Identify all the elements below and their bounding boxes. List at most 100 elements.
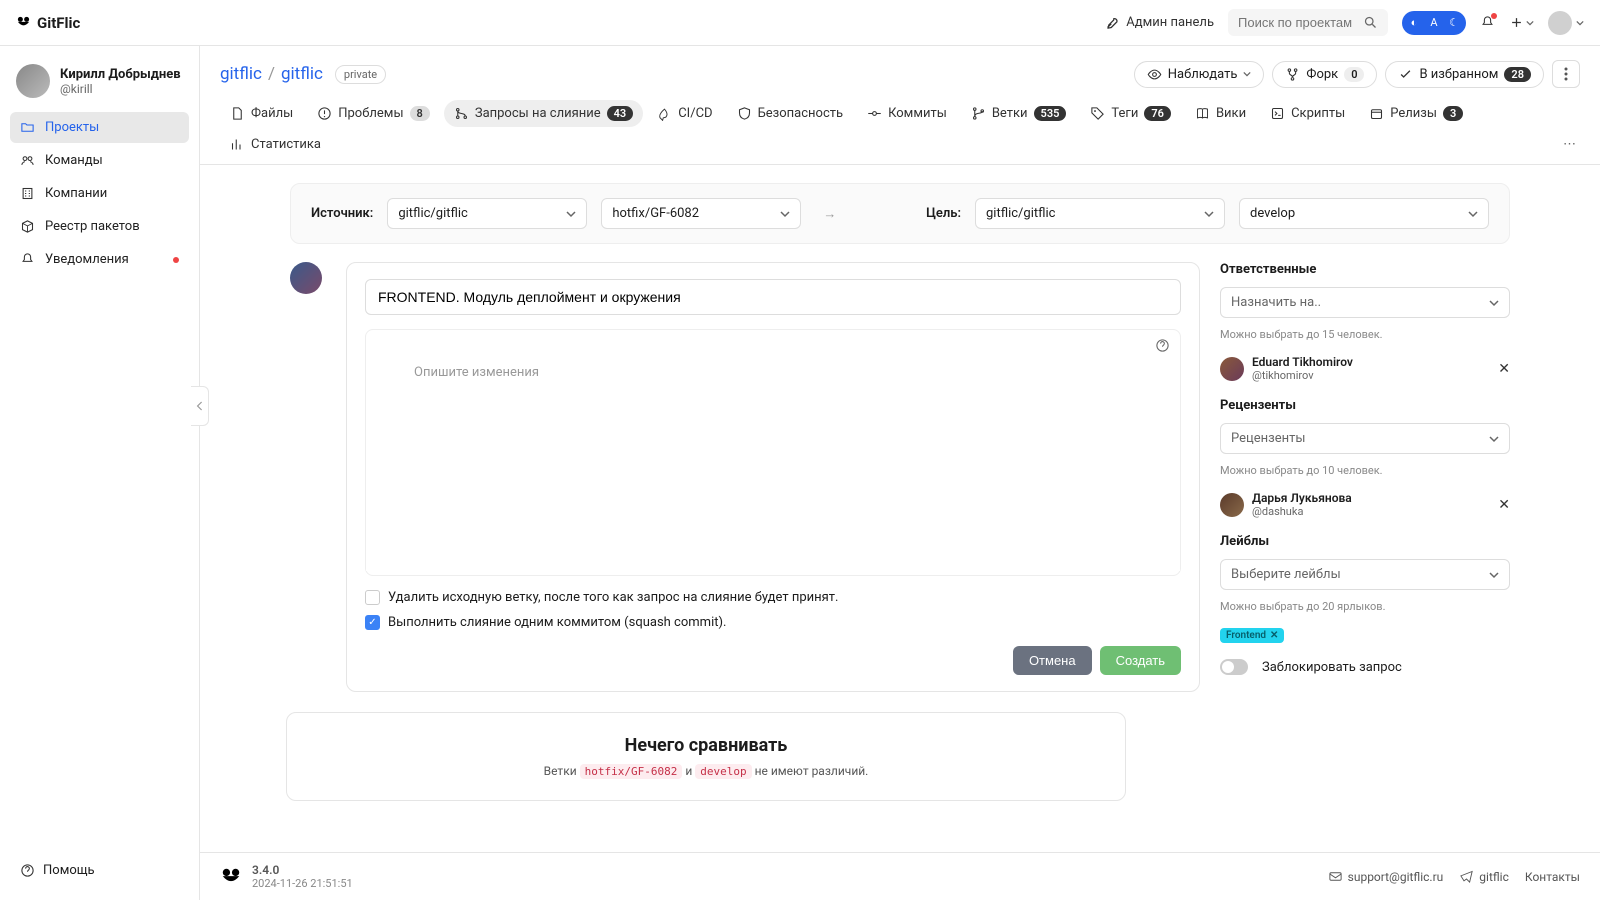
mr-title-input[interactable] bbox=[365, 279, 1181, 315]
star-button[interactable]: В избранном 28 bbox=[1385, 61, 1544, 88]
sidebar-item-packages[interactable]: Реестр пакетов bbox=[10, 211, 189, 242]
delete-branch-checkbox[interactable]: Удалить исходную ветку, после того как з… bbox=[365, 590, 1181, 605]
support-link[interactable]: support@gitflic.ru bbox=[1328, 869, 1444, 884]
reviewers-title: Рецензенты bbox=[1220, 398, 1510, 413]
admin-panel-link[interactable]: Админ панель bbox=[1105, 15, 1214, 30]
help-link[interactable]: Помощь bbox=[10, 855, 189, 886]
breadcrumb-repo[interactable]: gitflic bbox=[281, 64, 323, 84]
script-icon bbox=[1270, 106, 1285, 121]
sidebar-item-notifications[interactable]: Уведомления bbox=[10, 244, 189, 275]
admin-label: Админ панель bbox=[1126, 15, 1214, 30]
tab-releases[interactable]: Релизы3 bbox=[1359, 100, 1473, 127]
sidebar-item-companies[interactable]: Компании bbox=[10, 178, 189, 209]
chevron-down-icon bbox=[1468, 209, 1478, 219]
theme-dark-icon[interactable]: ☾ bbox=[1445, 14, 1463, 32]
fork-icon bbox=[1285, 67, 1300, 82]
sidebar-collapse[interactable] bbox=[191, 386, 209, 426]
tab-branches[interactable]: Ветки535 bbox=[961, 100, 1077, 127]
side-panel: Ответственные Назначить на.. Можно выбра… bbox=[1220, 262, 1510, 692]
create-menu[interactable] bbox=[1509, 15, 1534, 30]
sidebar-item-label: Проекты bbox=[45, 120, 99, 135]
tabs-more[interactable]: ⋯ bbox=[1559, 133, 1580, 156]
label-chip[interactable]: Frontend✕ bbox=[1220, 628, 1284, 643]
users-icon bbox=[20, 153, 35, 168]
block-toggle-row: Заблокировать запрос bbox=[1220, 659, 1510, 675]
chart-icon bbox=[230, 137, 245, 152]
tab-stats[interactable]: Статистика bbox=[220, 131, 331, 158]
tab-wiki[interactable]: Вики bbox=[1185, 100, 1256, 127]
mr-description-input[interactable] bbox=[366, 361, 1180, 571]
chevron-down-icon bbox=[566, 209, 576, 219]
tab-cicd[interactable]: CI/CD bbox=[647, 100, 722, 127]
help-icon[interactable] bbox=[1155, 338, 1170, 353]
avatar bbox=[1220, 493, 1244, 517]
book-icon bbox=[1195, 106, 1210, 121]
sidebar-item-label: Уведомления bbox=[45, 252, 129, 267]
fork-button[interactable]: Форк 0 bbox=[1272, 61, 1377, 88]
close-icon[interactable]: ✕ bbox=[1270, 630, 1278, 641]
user-handle: @kirill bbox=[60, 82, 181, 96]
source-repo-select[interactable]: gitflic/gitflic bbox=[387, 198, 587, 229]
telegram-link[interactable]: gitflic bbox=[1459, 869, 1509, 884]
author-avatar bbox=[290, 262, 322, 294]
breadcrumb-owner[interactable]: gitflic bbox=[220, 64, 262, 84]
theme-switcher[interactable]: ◐ A ☾ bbox=[1402, 11, 1466, 35]
tab-issues[interactable]: Проблемы8 bbox=[307, 100, 440, 127]
top-actions: Админ панель ◐ A ☾ bbox=[1105, 9, 1584, 36]
block-toggle[interactable] bbox=[1220, 659, 1248, 675]
logo-icon bbox=[16, 15, 31, 30]
labels-select[interactable]: Выберите лейблы bbox=[1220, 559, 1510, 590]
remove-reviewer[interactable]: ✕ bbox=[1498, 497, 1510, 513]
target-branch-select[interactable]: develop bbox=[1239, 198, 1489, 229]
tab-scripts[interactable]: Скрипты bbox=[1260, 100, 1355, 127]
tools-icon bbox=[1105, 15, 1120, 30]
sidebar-item-teams[interactable]: Команды bbox=[10, 145, 189, 176]
search-box[interactable] bbox=[1228, 9, 1388, 36]
tab-commits[interactable]: Коммиты bbox=[857, 100, 957, 127]
tab-files[interactable]: Файлы bbox=[220, 100, 303, 127]
tab-security[interactable]: Безопасность bbox=[727, 100, 854, 127]
footer: 3.4.0 2024-11-26 21:51:51 support@gitfli… bbox=[200, 852, 1600, 900]
theme-auto-icon[interactable]: ◐ bbox=[1405, 14, 1423, 32]
search-input[interactable] bbox=[1238, 15, 1358, 30]
empty-compare-card: Нечего сравнивать Ветки hotfix/GF-6082 и… bbox=[286, 712, 1126, 801]
tab-tags[interactable]: Теги76 bbox=[1080, 100, 1181, 127]
check-icon bbox=[1398, 67, 1413, 82]
cancel-button[interactable]: Отмена bbox=[1013, 646, 1092, 675]
target-label: Цель: bbox=[926, 206, 961, 221]
breadcrumb-sep: / bbox=[268, 64, 275, 84]
avatar bbox=[16, 64, 50, 98]
remove-assignee[interactable]: ✕ bbox=[1498, 361, 1510, 377]
assignees-hint: Можно выбрать до 15 человек. bbox=[1220, 328, 1510, 341]
telegram-icon bbox=[1459, 869, 1474, 884]
reviewers-select[interactable]: Рецензенты bbox=[1220, 423, 1510, 454]
chevron-down-icon bbox=[1489, 434, 1499, 444]
brand[interactable]: GitFlic bbox=[16, 14, 80, 32]
assignees-select[interactable]: Назначить на.. bbox=[1220, 287, 1510, 318]
target-repo-select[interactable]: gitflic/gitflic bbox=[975, 198, 1225, 229]
theme-light-icon[interactable]: A bbox=[1425, 14, 1443, 32]
mail-icon bbox=[1328, 869, 1343, 884]
create-button[interactable]: Создать bbox=[1100, 646, 1181, 675]
notifications-button[interactable] bbox=[1480, 15, 1495, 30]
repo-actions: Наблюдать Форк 0 В избранном 28 bbox=[1134, 60, 1580, 88]
user-block[interactable]: Кирилл Добрыднев @kirill bbox=[10, 60, 189, 112]
watch-button[interactable]: Наблюдать bbox=[1134, 61, 1265, 88]
avatar bbox=[1220, 357, 1244, 381]
commit-icon bbox=[867, 106, 882, 121]
user-menu[interactable] bbox=[1548, 11, 1584, 35]
fork-count: 0 bbox=[1344, 67, 1364, 82]
tab-merge-requests[interactable]: Запросы на слияние43 bbox=[444, 100, 643, 127]
more-menu[interactable] bbox=[1552, 60, 1580, 88]
package-icon bbox=[20, 219, 35, 234]
squash-checkbox[interactable]: ✓ Выполнить слияние одним коммитом (squa… bbox=[365, 615, 1181, 630]
kebab-icon bbox=[1564, 67, 1568, 81]
source-branch-select[interactable]: hotfix/GF-6082 bbox=[601, 198, 801, 229]
logo-icon bbox=[220, 866, 242, 888]
branch-icon bbox=[971, 106, 986, 121]
contacts-link[interactable]: Контакты bbox=[1525, 870, 1580, 884]
sidebar-item-projects[interactable]: Проекты bbox=[10, 112, 189, 143]
description-box bbox=[365, 329, 1181, 576]
rocket-icon bbox=[657, 106, 672, 121]
file-icon bbox=[230, 106, 245, 121]
